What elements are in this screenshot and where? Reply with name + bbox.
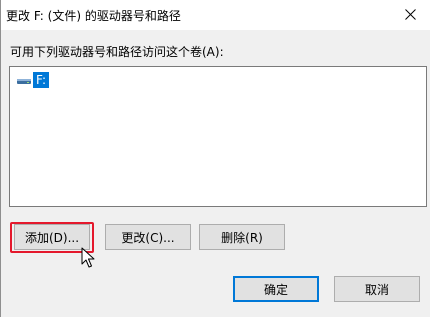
instruction-label: 可用下列驱动器号和路径访问这个卷(A): [10,45,224,59]
list-item-label: F: [33,71,50,88]
title-bar: 更改 F: (文件) 的驱动器号和路径 [1,0,430,30]
add-button[interactable]: 添加(D)... [14,224,90,250]
mouse-pointer-icon [81,247,95,268]
list-item[interactable]: F: [16,71,50,88]
cancel-button[interactable]: 取消 [334,276,420,302]
window-title: 更改 F: (文件) 的驱动器号和路径 [6,9,181,23]
change-button[interactable]: 更改(C)... [105,224,191,250]
close-icon [405,9,416,20]
close-button[interactable] [391,0,430,30]
delete-button[interactable]: 删除(R) [199,224,285,250]
drive-path-listbox[interactable]: F: [9,66,427,207]
dialog-window: 更改 F: (文件) 的驱动器号和路径 可用下列驱动器号和路径访问这个卷(A):… [0,0,430,317]
drive-icon [16,72,32,88]
ok-button[interactable]: 确定 [233,276,319,302]
